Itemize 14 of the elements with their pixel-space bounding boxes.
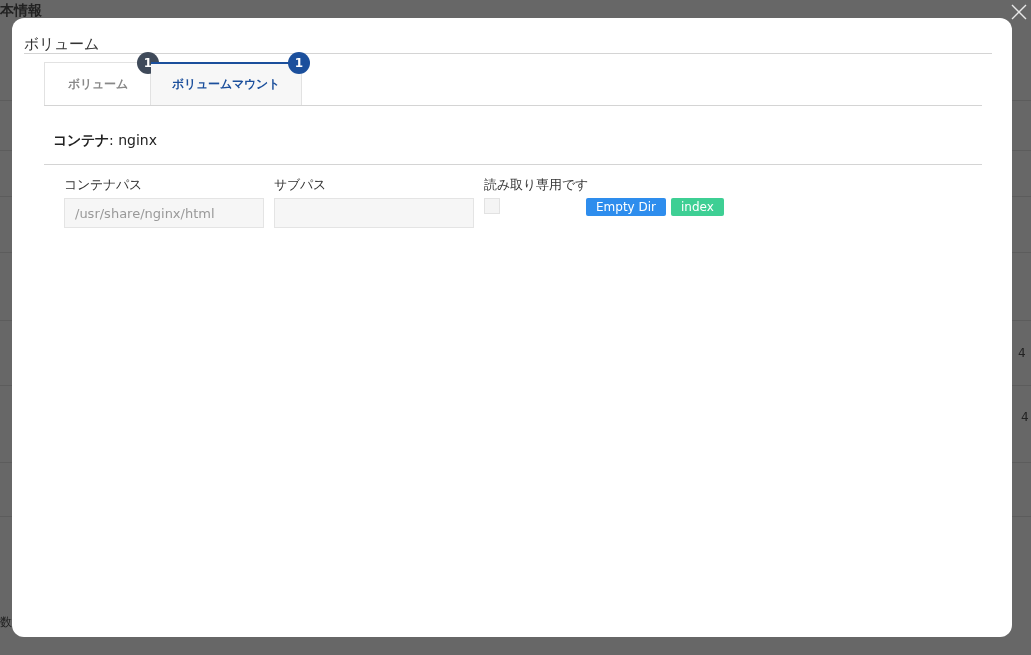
dialog-title: ボリューム (24, 34, 100, 53)
background-text: 数 (0, 614, 12, 631)
container-heading: コンテナ: nginx (52, 131, 158, 150)
count-badge: 1 (288, 52, 310, 74)
field-label: サブパス (274, 176, 327, 194)
read-only-checkbox[interactable] (484, 198, 500, 214)
tag: index (671, 198, 724, 216)
field-label: 読み取り専用です (484, 176, 589, 194)
close-icon[interactable] (1011, 4, 1027, 20)
background-text: 4 (1021, 410, 1029, 424)
background-text: 4 (1018, 346, 1026, 360)
field-label: コンテナパス (64, 176, 143, 194)
tag: Empty Dir (586, 198, 667, 216)
background-text: 本情報 (0, 2, 42, 20)
